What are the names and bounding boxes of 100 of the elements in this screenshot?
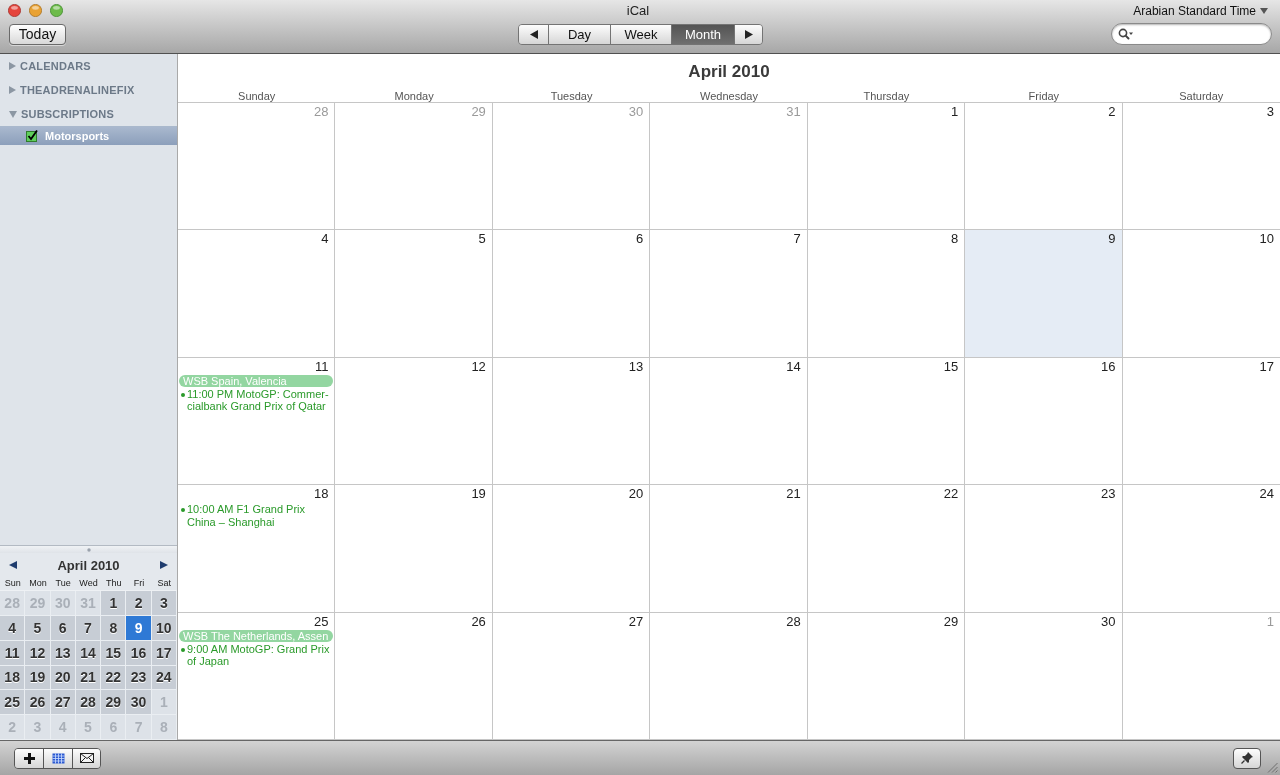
day-number: 29 <box>943 612 959 630</box>
weekday-label: Fri <box>133 578 145 588</box>
day-number: 1 <box>950 103 959 120</box>
close-icon[interactable] <box>8 4 21 17</box>
left-arrow-icon <box>529 29 538 39</box>
timed-event[interactable]: 9:00 AM MotoGP: Grand Prix of Japan <box>187 642 334 668</box>
weekday-label: Monday <box>394 90 434 102</box>
weekday-label: Saturday <box>1179 90 1224 102</box>
weekday-label: Mon <box>29 578 47 588</box>
day-number: 1 <box>1266 612 1274 630</box>
day-number: 10 <box>1259 230 1274 248</box>
day-number: 29 <box>471 103 486 120</box>
day-number: 12 <box>471 357 486 375</box>
mini-calendar-day[interactable]: 25 <box>0 690 26 716</box>
time-zone-menu[interactable]: Arabian Standard Time <box>1133 3 1268 18</box>
mini-calendar-day[interactable]: 18 <box>0 665 26 691</box>
month-title: April 2010 <box>57 557 120 574</box>
plus-icon <box>23 752 35 764</box>
event-dot-icon <box>181 508 185 513</box>
day-number: 26 <box>471 612 486 630</box>
day-number: 6 <box>636 230 644 248</box>
previous-button[interactable] <box>519 24 548 44</box>
weekday-label: Thursday <box>863 90 910 102</box>
view-tab[interactable]: Month <box>671 24 734 44</box>
weekday-label: Tue <box>55 578 71 588</box>
resize-grip-icon[interactable] <box>1267 762 1278 773</box>
mini-calendar-day[interactable]: 30 <box>126 690 152 716</box>
day-number: 16 <box>1101 357 1116 375</box>
mini-calendar-day[interactable]: 5 <box>25 615 51 641</box>
drag-handle-icon[interactable] <box>86 547 91 552</box>
calendar-icon <box>51 752 65 764</box>
checkbox[interactable] <box>26 130 38 142</box>
day-number: 2 <box>1108 103 1116 120</box>
day-number: 28 <box>786 612 801 630</box>
day-number: 24 <box>1259 485 1274 503</box>
day-number: 28 <box>313 103 329 120</box>
mini-calendar-day[interactable]: 27 <box>50 690 76 716</box>
previous-month-button[interactable] <box>8 559 18 570</box>
day-number: 22 <box>943 485 959 503</box>
envelope-icon <box>79 753 94 763</box>
event-dot-icon <box>181 392 185 397</box>
timed-event[interactable]: 11:00 PM MotoGP: Commer-cialbank Grand Prix of Qatar <box>187 387 334 413</box>
mini-calendar-day[interactable]: 26 <box>25 690 51 716</box>
day-number: 21 <box>786 485 801 503</box>
add-button[interactable] <box>15 748 43 768</box>
search-icon <box>1118 28 1134 40</box>
caret-icon <box>1260 7 1268 14</box>
day-number: 13 <box>628 357 644 375</box>
timed-event[interactable]: 10:00 AM F1 Grand Prix China – Shanghai <box>187 503 334 529</box>
mini-calendar-day[interactable]: 3 <box>151 591 177 616</box>
day-number: 18 <box>313 485 329 503</box>
mini-calendar-day[interactable]: 4 <box>0 615 26 641</box>
mini-calendar-day[interactable]: 9 <box>126 615 152 641</box>
day-number: 3 <box>1266 103 1274 120</box>
month-title: April 2010 <box>688 62 770 83</box>
day-number: 9 <box>1108 230 1116 248</box>
day-number: 14 <box>786 357 801 375</box>
weekday-label: Sun <box>4 578 21 588</box>
weekday-label: Thu <box>106 578 122 588</box>
mini-calendar-day[interactable]: 15 <box>101 640 127 666</box>
pushpin-icon <box>1241 752 1253 764</box>
day-number: 27 <box>628 612 644 630</box>
mini-calendar-day[interactable]: 28 <box>75 690 102 716</box>
mini-calendar-day[interactable]: 2 <box>126 591 152 616</box>
calendar-view-button[interactable] <box>43 748 72 768</box>
day-number: 30 <box>1101 612 1116 630</box>
view-tab[interactable]: Day <box>548 24 610 44</box>
mini-calendar-day[interactable]: 19 <box>25 665 51 691</box>
mail-button[interactable] <box>72 748 100 768</box>
pin-button[interactable] <box>1233 747 1261 769</box>
window-title: iCal <box>626 2 650 19</box>
day-number: 20 <box>628 485 644 503</box>
mini-calendar-day[interactable]: 12 <box>25 640 51 666</box>
left-arrow-icon <box>9 560 17 569</box>
day-number: 19 <box>471 485 486 503</box>
day-number: 30 <box>628 103 644 120</box>
weekday-label: Wednesday <box>700 90 758 102</box>
weekday-label: Tuesday <box>550 90 593 102</box>
mini-calendar-day[interactable]: 29 <box>101 690 127 716</box>
right-arrow-icon <box>744 29 753 39</box>
next-button[interactable] <box>734 24 762 44</box>
mini-calendar-day[interactable]: 11 <box>0 640 26 666</box>
search-field[interactable] <box>1111 23 1272 45</box>
weekday-label: Sat <box>157 578 172 588</box>
mini-calendar-day[interactable]: 22 <box>101 665 127 691</box>
day-number: 7 <box>793 230 801 248</box>
day-number: 5 <box>478 230 486 248</box>
mini-calendar-day[interactable]: 1 <box>101 591 127 616</box>
mini-calendar-day[interactable]: 8 <box>101 615 127 641</box>
view-tab[interactable]: Week <box>610 24 671 44</box>
weekday-label: Sunday <box>238 90 276 102</box>
weekday-label: Friday <box>1028 90 1060 102</box>
day-number: 11 <box>314 357 329 375</box>
event-dot-icon <box>181 647 185 652</box>
day-number: 23 <box>1101 485 1116 503</box>
day-number: 4 <box>321 230 329 248</box>
mini-calendar-day[interactable]: 16 <box>126 640 152 666</box>
today-button[interactable]: Today <box>9 23 66 45</box>
next-month-button[interactable] <box>159 559 169 570</box>
mini-calendar-day[interactable]: 23 <box>126 665 152 691</box>
